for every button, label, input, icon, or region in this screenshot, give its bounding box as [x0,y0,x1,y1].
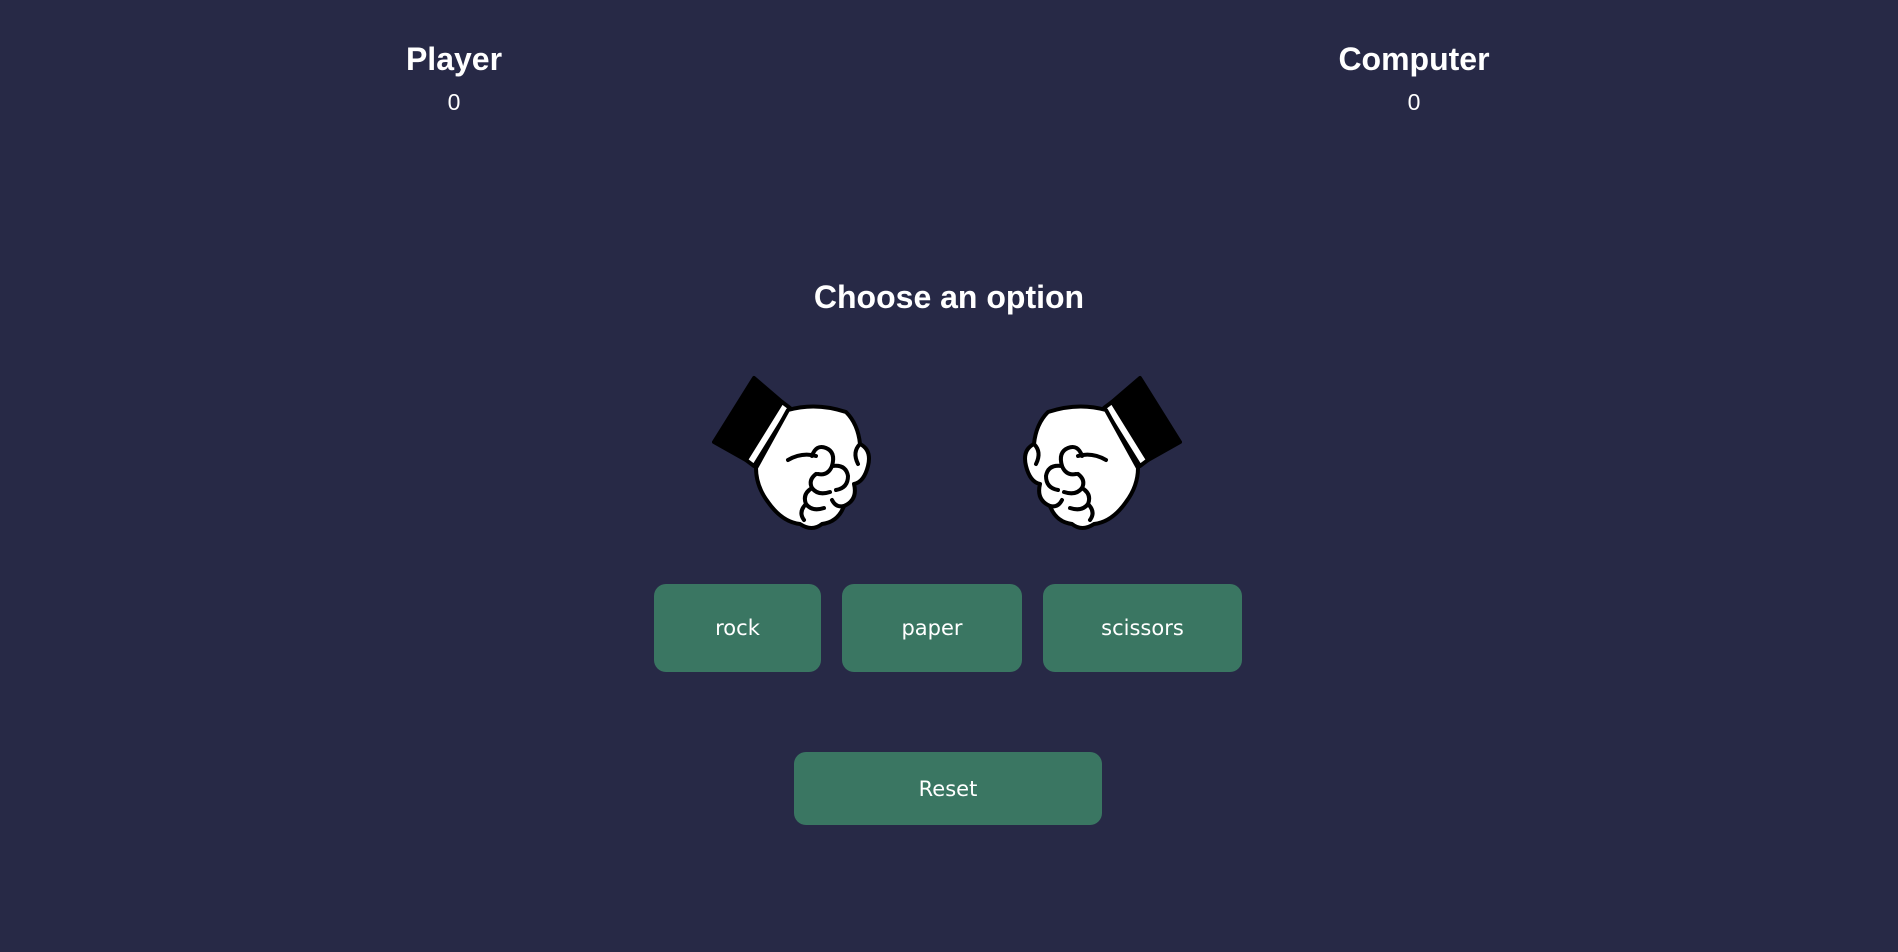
player-score-panel: Player 0 [304,36,604,116]
player-score: 0 [447,89,461,115]
computer-title: Computer [1338,41,1490,77]
computer-score-panel: Computer 0 [1264,36,1564,116]
choose-prompt: Choose an option [813,279,1085,315]
reset-button[interactable]: Reset [794,752,1102,825]
player-rock-fist-icon [712,376,871,530]
computer-score: 0 [1407,89,1421,115]
paper-button[interactable]: paper [842,584,1022,672]
player-title: Player [405,41,503,77]
scissors-button[interactable]: scissors [1043,584,1242,672]
rock-button[interactable]: rock [654,584,821,672]
computer-rock-fist-icon [1023,376,1182,530]
